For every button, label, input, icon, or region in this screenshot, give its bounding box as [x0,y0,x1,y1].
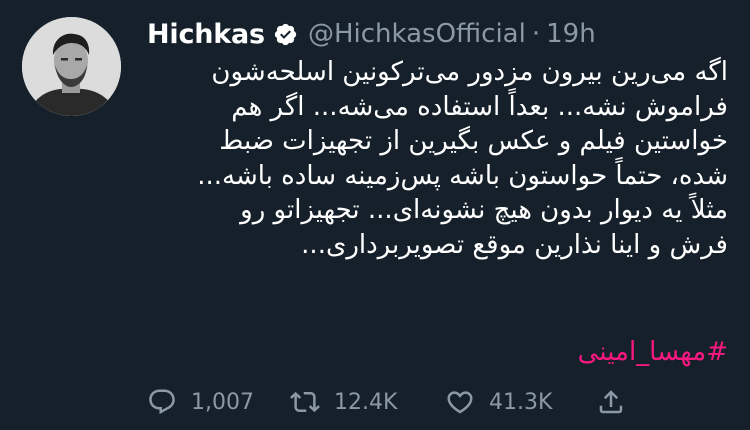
share-icon [596,387,626,417]
retweet-count: 12.4K [334,389,398,415]
separator-dot: · [531,19,541,49]
action-bar: 1,007 12.4K 41.3K [147,384,647,420]
reply-icon [147,387,177,417]
tweet-text-line: شده، حتماً حواستون باشه پس‌زمینه ساده با… [197,160,728,191]
tweet-text-line: مثلاً یه دیوار بدون هیچ نشونه‌ای... تجهی… [240,195,728,226]
tweet-header: Hichkas @HichkasOfficial · 19h [147,14,596,54]
verified-badge-icon [273,22,298,47]
reply-count: 1,007 [191,389,254,415]
display-name[interactable]: Hichkas [147,19,265,50]
handle[interactable]: @HichkasOfficial [308,19,526,49]
timestamp[interactable]: 19h [546,19,596,49]
heart-icon [445,387,475,417]
tweet-text: اگه می‌رین بیرون مزدور می‌ترکونین اسلحه‌… [168,55,728,263]
like-button[interactable]: 41.3K [445,384,552,420]
hashtag-link[interactable]: #مهسا_امینی [578,335,728,369]
tweet-text-line: فرش و اینا نذارین موقع تصویربرداری... [301,229,728,260]
tweet-text-line: خواستین فیلم و عکس بگیرین از تجهیزات ضبط [219,126,728,157]
avatar-photo [22,17,121,116]
tweet: Hichkas @HichkasOfficial · 19h اگه می‌ری… [0,0,750,430]
retweet-button[interactable]: 12.4K [290,384,397,420]
retweet-icon [290,387,320,417]
reply-button[interactable]: 1,007 [147,384,254,420]
tweet-text-line: فراموش نشه... بعداً استفاده می‌شه... اگر… [231,91,728,122]
tweet-text-line: اگه می‌رین بیرون مزدور می‌ترکونین اسلحه‌… [211,57,728,87]
share-button[interactable] [596,384,626,420]
like-count: 41.3K [489,389,553,415]
avatar[interactable] [22,17,121,116]
